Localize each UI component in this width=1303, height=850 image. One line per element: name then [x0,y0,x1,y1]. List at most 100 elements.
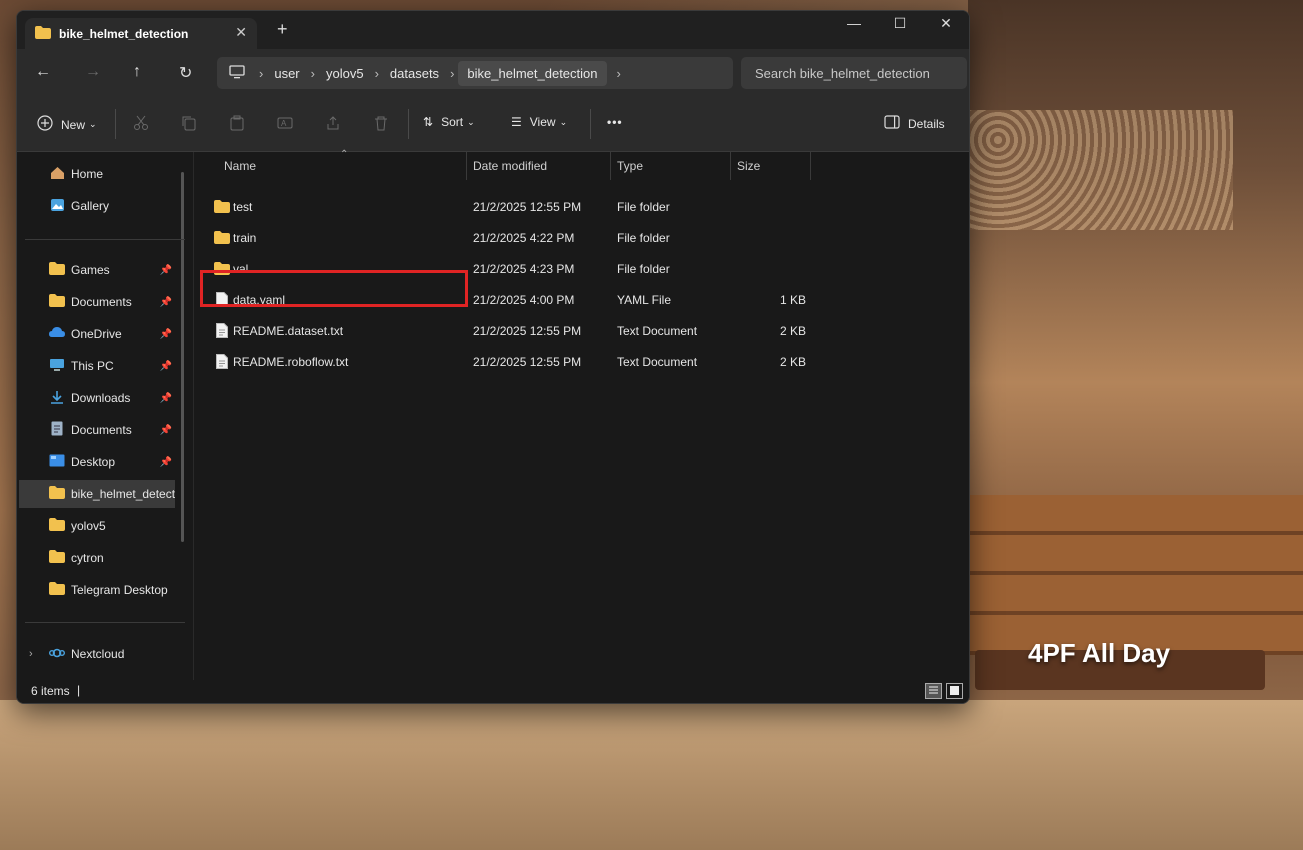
pin-icon: 📌 [159,392,172,404]
address-bar[interactable]: › user › yolov5 › datasets › bike_helmet… [217,57,733,89]
tab-close-icon[interactable]: ✕ [235,24,247,41]
file-name: test [233,199,253,214]
search-placeholder: Search bike_helmet_detection [755,65,930,81]
download-icon [49,390,65,407]
desktop-icon [49,454,65,470]
file-type: File folder [617,261,670,276]
title-bar: bike_helmet_detection ✕ + — ☐ ✕ [17,11,969,49]
breadcrumb-datasets[interactable]: datasets [383,66,446,81]
file-size: 2 KB [780,354,807,369]
view-icon: ☰ [511,115,522,129]
rename-icon[interactable]: A [277,115,293,131]
toolbar-divider [408,109,409,139]
wallpaper-floor [0,700,1303,850]
chevron-down-icon: ⌄ [559,116,568,127]
file-explorer-window: bike_helmet_detection ✕ + — ☐ ✕ ← → ↑ ↻ … [16,10,970,704]
folder-icon [214,222,230,253]
more-options-icon[interactable]: ••• [607,115,623,129]
column-divider[interactable] [466,152,467,180]
new-button[interactable]: New ⌄ [37,115,97,134]
tab-bike-helmet-detection[interactable]: bike_helmet_detection ✕ [25,18,257,49]
sidebar-item-cytron[interactable]: cytron [19,544,174,572]
file-row-readme-dataset[interactable]: README.dataset.txt 21/2/2025 12:55 PM Te… [194,315,969,346]
share-icon[interactable] [325,115,341,131]
sidebar-item-label: Desktop [71,455,116,469]
plus-circle-icon [37,115,53,134]
file-row-readme-roboflow[interactable]: README.roboflow.txt 21/2/2025 12:55 PM T… [194,346,969,377]
copy-icon[interactable] [181,115,197,131]
toolbar-divider [115,109,116,139]
file-name: README.roboflow.txt [233,354,349,369]
text-file-icon [216,315,228,346]
sidebar-item-home[interactable]: Home [19,160,174,188]
sidebar-item-label: This PC [71,359,114,373]
up-arrow-icon[interactable]: ↑ [133,63,141,81]
breadcrumb-chevron-icon[interactable]: › [613,66,625,81]
large-icons-view-button[interactable] [946,683,963,699]
sidebar-item-nextcloud[interactable]: › Nextcloud [19,640,174,668]
back-arrow-icon[interactable]: ← [35,63,51,81]
status-cursor: | [77,683,81,697]
sidebar-item-label: Nextcloud [71,647,125,661]
pin-icon: 📌 [159,296,172,308]
column-header-name[interactable]: Name [224,152,256,180]
breadcrumb-separator: › [450,65,455,81]
delete-icon[interactable] [373,115,389,131]
breadcrumb-separator: › [310,65,315,81]
sidebar-item-bike-helmet-detection[interactable]: bike_helmet_detection [19,480,175,508]
navigation-pane: Home Gallery Games 📌 Documents 📌 OneDriv… [17,152,193,680]
column-header-date-modified[interactable]: Date modified [473,152,547,180]
sort-button[interactable]: ⇅ Sort ⌄ [423,115,475,129]
toolbar-divider [590,109,591,139]
sidebar-item-desktop[interactable]: Desktop 📌 [19,448,174,476]
column-header-type[interactable]: Type [617,152,643,180]
details-button[interactable]: Details [884,115,945,132]
paste-icon[interactable] [229,115,245,131]
status-bar: 6 items | [17,680,969,703]
folder-icon [49,582,65,598]
nextcloud-icon [49,647,65,661]
sidebar-item-label: Home [71,167,104,181]
file-row-test[interactable]: test 21/2/2025 12:55 PM File folder [194,191,969,222]
chevron-right-icon[interactable]: › [29,648,33,660]
sidebar-item-label: Documents [71,295,132,309]
sidebar-item-downloads[interactable]: Downloads 📌 [19,384,174,412]
refresh-icon[interactable]: ↻ [179,63,192,83]
wallpaper-cabinet [968,495,1303,655]
sidebar-item-games[interactable]: Games 📌 [19,256,174,284]
breadcrumb-yolov5[interactable]: yolov5 [319,66,371,81]
pc-icon[interactable] [229,64,245,82]
file-name: README.dataset.txt [233,323,344,338]
sidebar-item-this-pc[interactable]: This PC 📌 [19,352,174,380]
sidebar-item-yolov5[interactable]: yolov5 [19,512,174,540]
sidebar-item-label: Downloads [71,391,131,405]
sidebar-item-documents-2[interactable]: Documents 📌 [19,416,174,444]
file-row-train[interactable]: train 21/2/2025 4:22 PM File folder [194,222,969,253]
breadcrumb-separator: › [259,65,264,81]
red-highlight-box [200,270,468,307]
column-divider[interactable] [730,152,731,180]
gallery-icon [49,198,65,215]
breadcrumb-bike-helmet-detection[interactable]: bike_helmet_detection [458,60,607,86]
details-view-button[interactable] [925,683,942,699]
cut-icon[interactable] [133,115,149,131]
minimize-button[interactable]: — [831,15,877,31]
column-divider[interactable] [610,152,611,180]
new-label: New [61,117,86,132]
sidebar-item-onedrive[interactable]: OneDrive 📌 [19,320,174,348]
file-list: ⌃ Name Date modified Type Size test 21/2… [193,149,969,680]
sidebar-scrollbar[interactable] [181,172,184,542]
maximize-button[interactable]: ☐ [877,15,923,32]
breadcrumb-user[interactable]: user [267,66,306,81]
command-bar: New ⌄ A ⇅ Sort ⌄ ☰ View ⌄ ••• Details [17,97,969,152]
sidebar-item-documents[interactable]: Documents 📌 [19,288,174,316]
sidebar-item-telegram-desktop[interactable]: Telegram Desktop [19,576,174,604]
sidebar-item-gallery[interactable]: Gallery [19,192,174,220]
view-button[interactable]: ☰ View ⌄ [511,115,567,129]
column-divider[interactable] [810,152,811,180]
column-header-size[interactable]: Size [737,152,760,180]
close-window-button[interactable]: ✕ [923,15,969,32]
forward-arrow-icon[interactable]: → [85,63,101,81]
search-input[interactable]: Search bike_helmet_detection [741,57,967,89]
new-tab-button[interactable]: + [277,19,288,40]
